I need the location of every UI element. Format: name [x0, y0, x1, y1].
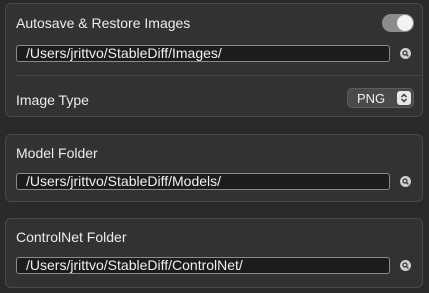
image-type-value: PNG: [357, 91, 386, 106]
controlnet-folder-label: ControlNet Folder: [16, 229, 127, 245]
controlnet-path-field[interactable]: /Users/jrittvo/StableDiff/ControlNet/: [16, 257, 390, 274]
search-icon[interactable]: [400, 176, 411, 187]
model-path-field[interactable]: /Users/jrittvo/StableDiff/Models/: [16, 173, 390, 190]
search-icon[interactable]: [400, 260, 411, 271]
image-type-select[interactable]: PNG: [347, 88, 414, 108]
controlnet-folder-group: ControlNet Folder /Users/jrittvo/StableD…: [5, 218, 423, 288]
images-path-field[interactable]: /Users/jrittvo/StableDiff/Images/: [16, 45, 390, 62]
up-down-chevron-icon: [397, 91, 411, 105]
autosave-label: Autosave & Restore Images: [16, 15, 191, 31]
search-icon[interactable]: [400, 48, 411, 59]
image-type-label: Image Type: [16, 92, 89, 108]
autosave-group: Autosave & Restore Images /Users/jrittvo…: [5, 3, 423, 117]
divider: [16, 75, 422, 76]
autosave-toggle[interactable]: [382, 14, 414, 32]
toggle-knob: [397, 15, 413, 31]
model-folder-label: Model Folder: [16, 145, 98, 161]
model-folder-group: Model Folder /Users/jrittvo/StableDiff/M…: [5, 134, 423, 202]
